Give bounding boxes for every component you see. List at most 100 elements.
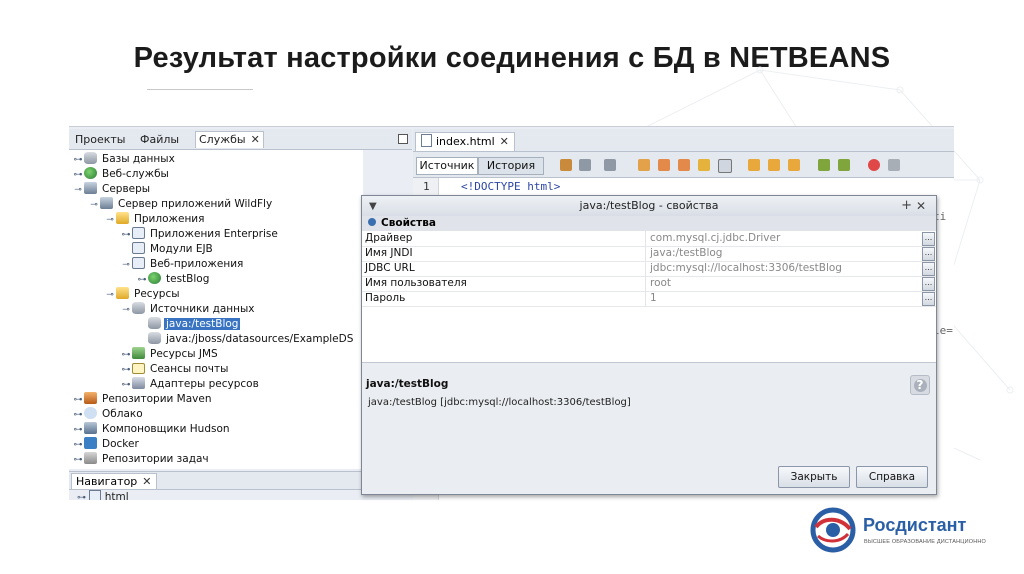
ellipsis-button[interactable]: ... — [922, 232, 935, 246]
hudson-icon — [84, 422, 97, 434]
docker-icon — [84, 437, 97, 449]
tree-item-data-sources[interactable]: ⊸ Источники данных — [121, 302, 257, 317]
tree-item-hudson[interactable]: ⊶ Компоновщики Hudson — [73, 422, 232, 437]
tree-item-jms-resources[interactable]: ⊶ Ресурсы JMS — [121, 347, 220, 362]
source-button[interactable]: Источник — [416, 157, 478, 175]
previous-bookmark-icon[interactable] — [748, 159, 760, 171]
expand-icon[interactable]: ⊶ — [73, 408, 83, 423]
tab-services[interactable]: Службы ✕ — [195, 131, 264, 148]
collapse-icon[interactable]: ⊸ — [121, 303, 131, 318]
minimize-icon[interactable] — [398, 134, 408, 144]
shift-right-icon[interactable] — [838, 159, 850, 171]
find-next-icon[interactable] — [678, 159, 690, 171]
property-row-username[interactable]: Имя пользователя root... — [362, 276, 936, 292]
tree-item-maven[interactable]: ⊶ Репозитории Maven — [73, 392, 214, 407]
expand-icon[interactable]: ⊶ — [121, 378, 131, 393]
resources-icon — [116, 287, 129, 299]
collapse-icon[interactable]: ⊸ — [73, 183, 83, 198]
close-icon[interactable]: ✕ — [142, 475, 151, 488]
property-row-jdbc-url[interactable]: JDBC URL jdbc:mysql://localhost:3306/test… — [362, 261, 936, 277]
selection-icon[interactable] — [718, 159, 732, 173]
property-value[interactable]: com.mysql.cj.jdbc.Driver — [650, 231, 780, 246]
collapse-icon[interactable]: ⊸ — [105, 213, 115, 228]
tab-index-html[interactable]: index.html ✕ — [415, 132, 515, 151]
window-menu-icon[interactable]: ▼ — [369, 197, 377, 217]
expand-icon[interactable]: ⊶ — [73, 393, 83, 408]
property-value[interactable]: root — [650, 276, 671, 291]
tree-item-java-testblog[interactable]: java:/testBlog — [147, 317, 241, 332]
property-value[interactable]: java:/testBlog — [650, 246, 722, 261]
forward-icon[interactable] — [604, 159, 616, 171]
ellipsis-button[interactable]: ... — [922, 292, 935, 306]
tree-item-task-repos[interactable]: ⊶ Репозитории задач — [73, 452, 211, 467]
expand-icon[interactable]: ⊶ — [73, 153, 83, 168]
brand-name: Росдистант — [863, 515, 967, 535]
server-icon — [100, 197, 113, 209]
maximize-icon[interactable]: + — [901, 196, 912, 216]
find-previous-icon[interactable] — [658, 159, 670, 171]
tree-item-cloud[interactable]: ⊶ Облако — [73, 407, 145, 422]
tree-item-wildfly-server[interactable]: ⊸ Сервер приложений WildFly — [89, 197, 274, 212]
expand-icon[interactable]: ⊶ — [137, 273, 147, 288]
expand-icon[interactable]: ⊶ — [73, 438, 83, 453]
collapse-icon[interactable]: ⊸ — [89, 198, 99, 213]
property-row-password[interactable]: Пароль 1... — [362, 291, 936, 307]
ellipsis-button[interactable]: ... — [922, 262, 935, 276]
property-row-jndi[interactable]: Имя JNDI java:/testBlog... — [362, 246, 936, 262]
html-file-icon — [421, 134, 432, 147]
history-button[interactable]: История — [478, 157, 544, 175]
ellipsis-button[interactable]: ... — [922, 277, 935, 291]
tree-item-docker[interactable]: ⊶ Docker — [73, 437, 141, 452]
jms-icon — [132, 347, 145, 359]
navigator-item-html[interactable]: ⊶ html — [77, 490, 129, 500]
toggle-highlight-icon[interactable] — [698, 159, 710, 171]
tree-item-ejb-modules[interactable]: Модули EJB — [121, 242, 215, 257]
collapse-icon[interactable]: ⊸ — [105, 288, 115, 303]
collapse-icon[interactable]: ⊸ — [121, 258, 131, 273]
properties-dialog: ▼ java:/testBlog - свойства + ✕ Свойства… — [361, 195, 937, 495]
expand-icon[interactable]: ⊶ — [73, 423, 83, 438]
find-icon[interactable] — [638, 159, 650, 171]
tab-navigator[interactable]: Навигатор ✕ — [71, 473, 157, 489]
tree-item-web-services[interactable]: ⊶ Веб-службы — [73, 167, 171, 182]
property-row-driver[interactable]: Драйвер com.mysql.cj.jdbc.Driver... — [362, 231, 936, 247]
close-icon[interactable]: ✕ — [916, 196, 926, 216]
expand-icon[interactable]: ⊶ — [77, 493, 86, 500]
help-icon[interactable]: ? — [910, 375, 930, 395]
ellipsis-button[interactable]: ... — [922, 247, 935, 261]
tree-item-mail-sessions[interactable]: ⊶ Сеансы почты — [121, 362, 230, 377]
next-bookmark-icon[interactable] — [768, 159, 780, 171]
dialog-title-bar: ▼ java:/testBlog - свойства + ✕ — [362, 196, 936, 217]
tree-item-databases[interactable]: ⊶ Базы данных — [73, 152, 177, 167]
tree-item-exampleds[interactable]: java:/jboss/datasources/ExampleDS — [147, 332, 355, 347]
expand-icon[interactable]: ⊶ — [121, 228, 131, 243]
property-value[interactable]: jdbc:mysql://localhost:3306/testBlog — [650, 261, 842, 276]
expand-icon[interactable]: ⊶ — [121, 348, 131, 363]
database-icon — [148, 332, 161, 344]
expand-icon[interactable]: ⊶ — [121, 363, 131, 378]
tab-projects[interactable]: Проекты — [75, 132, 126, 148]
back-icon[interactable] — [579, 159, 591, 171]
close-icon[interactable]: ✕ — [500, 135, 509, 148]
tree-item-resource-adapters[interactable]: ⊶ Адаптеры ресурсов — [121, 377, 261, 392]
start-macro-icon[interactable] — [868, 159, 880, 171]
properties-icon — [368, 218, 376, 226]
stop-macro-icon[interactable] — [888, 159, 900, 171]
last-edit-icon[interactable] — [560, 159, 572, 171]
close-icon[interactable]: ✕ — [251, 133, 260, 146]
toggle-bookmark-icon[interactable] — [788, 159, 800, 171]
tree-item-applications[interactable]: ⊸ Приложения — [105, 212, 206, 227]
property-section-header[interactable]: Свойства — [362, 216, 936, 231]
tree-item-web-apps[interactable]: ⊸ Веб-приложения — [121, 257, 245, 272]
shift-left-icon[interactable] — [818, 159, 830, 171]
close-button[interactable]: Закрыть — [778, 466, 850, 488]
tab-files[interactable]: Файлы — [140, 132, 179, 148]
tree-item-testblog[interactable]: ⊶ testBlog — [137, 272, 211, 287]
expand-icon[interactable]: ⊶ — [73, 453, 83, 468]
expand-icon[interactable]: ⊶ — [73, 168, 83, 183]
tree-item-servers[interactable]: ⊸ Серверы — [73, 182, 152, 197]
tree-item-enterprise-apps[interactable]: ⊶ Приложения Enterprise — [121, 227, 280, 242]
tree-item-resources[interactable]: ⊸ Ресурсы — [105, 287, 182, 302]
property-value[interactable]: 1 — [650, 291, 657, 306]
help-button[interactable]: Справка — [856, 466, 928, 488]
